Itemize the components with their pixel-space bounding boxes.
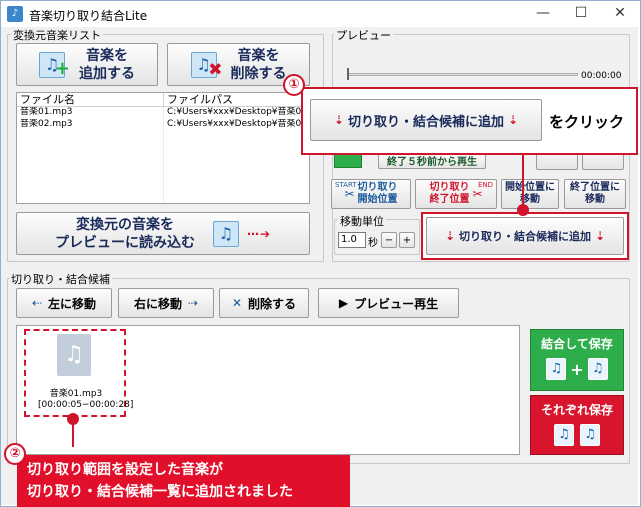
music-note-icon: ♫ <box>212 220 239 247</box>
move-right-button[interactable]: 右に移動 ⇢ <box>118 288 214 318</box>
move-right-label: 右に移動 <box>133 296 182 311</box>
candidate-item-range: [00:00:05−00:00:28] <box>38 400 134 410</box>
file-path-cell: C:¥Users¥xxx¥Desktop¥音楽01 <box>167 107 307 117</box>
source-list-group-label: 変換元音楽リスト <box>11 27 103 43</box>
callout-step1-dot <box>517 204 529 216</box>
add-candidate-button[interactable]: ⇣ 切り取り・結合候補に追加 ⇣ <box>426 217 624 255</box>
file-path-cell: C:¥Users¥xxx¥Desktop¥音楽02 <box>167 119 307 129</box>
delete-icon: ✕ <box>231 296 243 310</box>
app-icon: ♪ <box>7 6 23 22</box>
delete-candidate-button[interactable]: ✕ 削除する <box>219 288 309 318</box>
preview-group-label: プレビュー <box>334 27 393 43</box>
set-cut-start-button[interactable]: START ✂ 切り取り 開始位置 <box>331 179 411 209</box>
candidate-group-label: 切り取り・結合候補 <box>9 271 112 287</box>
scissors-icon: ✂ <box>344 187 355 201</box>
arrow-down-icon: ⇣ <box>595 229 606 243</box>
delete-music-label-1: 音楽を <box>237 47 280 64</box>
arrow-down-icon: ⇣ <box>444 229 455 243</box>
add-music-label-1: 音楽を <box>86 47 128 64</box>
move-unit-suffix: 秒 <box>368 238 378 249</box>
load-preview-label-2: プレビューに読み込む <box>54 234 195 251</box>
file-name-cell: 音楽01.mp3 <box>20 107 73 117</box>
arrow-right-icon: ⋯➔ <box>246 226 272 241</box>
music-note-icon: ♫ <box>580 424 600 446</box>
file-name-cell: 音楽02.mp3 <box>20 119 73 129</box>
callout-add-candidate-image: ⇣ 切り取り・結合候補に追加 ⇣ <box>310 99 542 141</box>
move-unit-input[interactable]: 1.0 <box>338 232 366 248</box>
callout-step1-number: ① <box>283 74 305 96</box>
callout-step2: 切り取り範囲を設定した音楽が 切り取り・結合候補一覧に追加されました <box>17 455 350 507</box>
callout-step1-text: をクリック <box>549 113 625 131</box>
seek-thumb[interactable] <box>347 68 349 80</box>
add-music-label-2: 追加する <box>79 65 135 82</box>
cut-start-label-2: 開始位置 <box>357 194 398 205</box>
arrow-left-icon: ⇠ <box>31 296 43 310</box>
arrow-down-icon: ⇣ <box>508 113 519 127</box>
music-file-icon[interactable]: ♫ <box>57 334 91 376</box>
load-preview-label-1: 変換元の音楽を <box>75 216 174 233</box>
callout-step2-number: ② <box>4 443 26 465</box>
callout-step2-line2: 切り取り・結合候補一覧に追加されました <box>27 484 293 500</box>
set-cut-end-button[interactable]: 切り取り 終了位置 END ✂ <box>415 179 497 209</box>
move-to-end-button[interactable]: 終了位置に 移動 <box>564 179 626 209</box>
music-note-icon: ♫ <box>546 358 567 380</box>
save-each-label: それぞれ保存 <box>540 403 613 417</box>
move-to-start-button[interactable]: 開始位置に 移動 <box>501 179 559 209</box>
candidate-item-name: 音楽01.mp3 <box>49 389 103 399</box>
add-music-button[interactable]: ♫ + 音楽を 追加する <box>16 43 158 86</box>
add-music-icon: ♫ + <box>39 51 70 79</box>
end-tag: END <box>477 181 493 189</box>
title-bar: ♪ 音楽切り取り結合Lite — ☐ ✕ <box>1 1 638 27</box>
window-title: 音楽切り取り結合Lite <box>29 9 148 23</box>
callout-step2-dot <box>67 413 79 425</box>
scissors-icon: ✂ <box>472 187 483 201</box>
join-and-save-button[interactable]: 結合して保存 ♫ + ♫ <box>530 329 624 391</box>
column-header-filepath[interactable]: ファイルパス <box>167 93 233 106</box>
preview-time: 00:00:00 <box>581 71 622 81</box>
plus-icon: + <box>570 359 584 379</box>
cut-end-label-2: 終了位置 <box>429 194 470 205</box>
callout-step1-leader <box>522 155 524 209</box>
source-file-list[interactable]: ファイル名 ファイルパス 音楽01.mp3 C:¥Users¥xxx¥Deskt… <box>16 92 310 204</box>
delete-candidate-label: 削除する <box>248 296 297 311</box>
preview-play-label: プレビュー再生 <box>354 296 439 311</box>
column-header-filename[interactable]: ファイル名 <box>20 93 75 106</box>
preview-play-button[interactable]: ▶ プレビュー再生 <box>318 288 459 318</box>
move-end-label-1: 終了位置に <box>570 182 620 193</box>
delete-music-icon: ♫ ✖ <box>190 51 223 80</box>
play-icon: ▶ <box>338 296 349 310</box>
candidate-item[interactable]: 音楽01.mp3 [00:00:05−00:00:28] <box>38 389 134 411</box>
music-note-icon: ♫ <box>587 358 608 380</box>
close-button[interactable]: ✕ <box>605 3 635 25</box>
move-end-label-2: 移動 <box>585 194 605 205</box>
move-start-label-1: 開始位置に <box>505 182 555 193</box>
add-candidate-label: 切り取り・結合候補に追加 <box>459 230 591 243</box>
cut-end-label-1: 切り取り <box>429 182 470 193</box>
cut-start-label-1: 切り取り <box>357 182 398 193</box>
arrow-down-icon: ⇣ <box>333 113 344 127</box>
move-left-button[interactable]: ⇠ 左に移動 <box>16 288 112 318</box>
delete-music-label-2: 削除する <box>230 65 287 82</box>
callout-button-label: 切り取り・結合候補に追加 <box>347 114 504 130</box>
move-left-label: 左に移動 <box>48 296 97 311</box>
start-tag: START <box>335 181 357 189</box>
file-list-header: ファイル名 ファイルパス <box>17 93 309 107</box>
move-unit-label: 移動単位 <box>338 213 386 229</box>
callout-step2-line1: 切り取り範囲を設定した音楽が <box>27 462 223 478</box>
maximize-button[interactable]: ☐ <box>566 3 596 25</box>
move-start-label-2: 移動 <box>520 194 540 205</box>
join-save-label: 結合して保存 <box>541 337 613 351</box>
load-to-preview-button[interactable]: 変換元の音楽を プレビューに読み込む ♫ ⋯➔ <box>16 212 310 255</box>
arrow-right-icon: ⇢ <box>187 296 199 310</box>
save-each-button[interactable]: それぞれ保存 ♫ ♫ <box>530 395 624 455</box>
minimize-button[interactable]: — <box>528 3 558 25</box>
preview-seekbar[interactable] <box>348 73 578 76</box>
increment-button[interactable]: + <box>399 232 415 248</box>
decrement-button[interactable]: − <box>381 232 397 248</box>
music-note-icon: ♫ <box>554 424 574 446</box>
